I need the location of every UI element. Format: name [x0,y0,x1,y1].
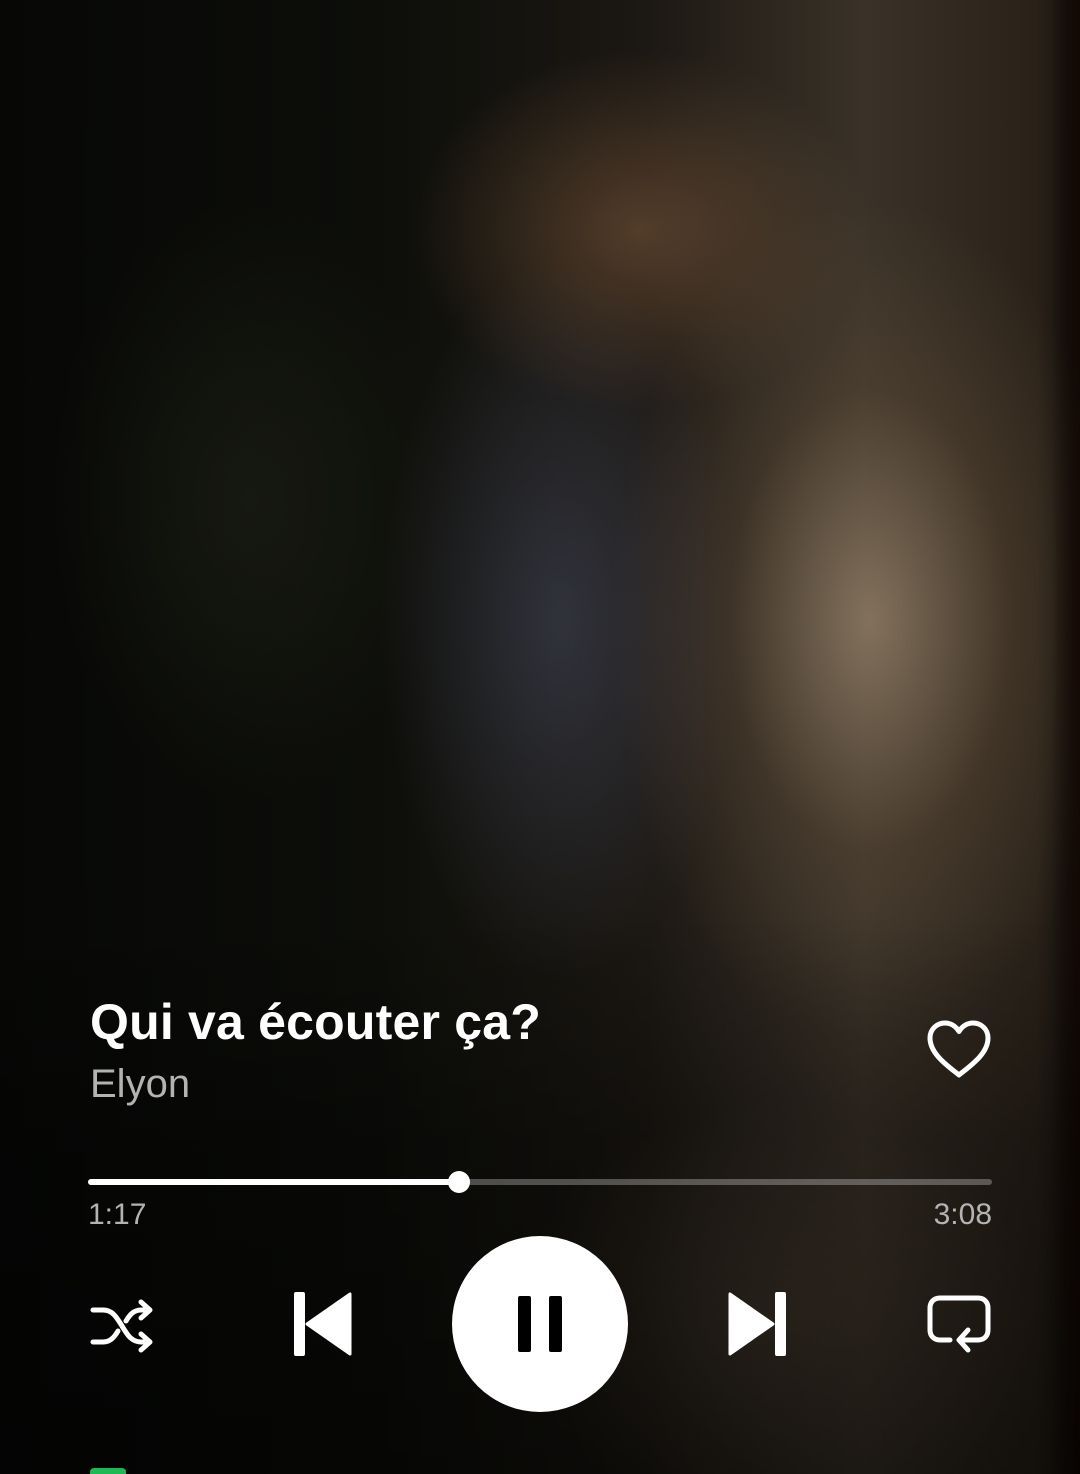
skip-previous-icon [294,1292,352,1356]
repeat-button[interactable] [918,1284,1000,1366]
pause-icon [518,1296,562,1352]
total-duration: 3:08 [933,1198,992,1231]
progress-thumb[interactable] [447,1171,470,1193]
next-track-button[interactable] [716,1282,800,1366]
repeat-icon [927,1295,991,1353]
track-title[interactable]: Qui va écouter ça? [90,992,541,1052]
skip-next-icon [728,1292,786,1356]
now-playing-screen: Qui va écouter ça? Elyon 1:17 3:08 [0,0,1080,1474]
artist-name[interactable]: Elyon [90,1060,190,1108]
elapsed-time: 1:17 [88,1198,147,1231]
playback-progress-bar[interactable] [88,1166,992,1198]
progress-fill [88,1179,459,1185]
like-button[interactable] [920,1010,998,1088]
shuffle-icon [90,1299,153,1353]
heart-outline-icon [927,1020,991,1078]
play-pause-button[interactable] [452,1236,628,1412]
shuffle-button[interactable] [82,1286,162,1366]
connect-device-indicator[interactable] [90,1468,126,1474]
previous-track-button[interactable] [280,1282,364,1366]
